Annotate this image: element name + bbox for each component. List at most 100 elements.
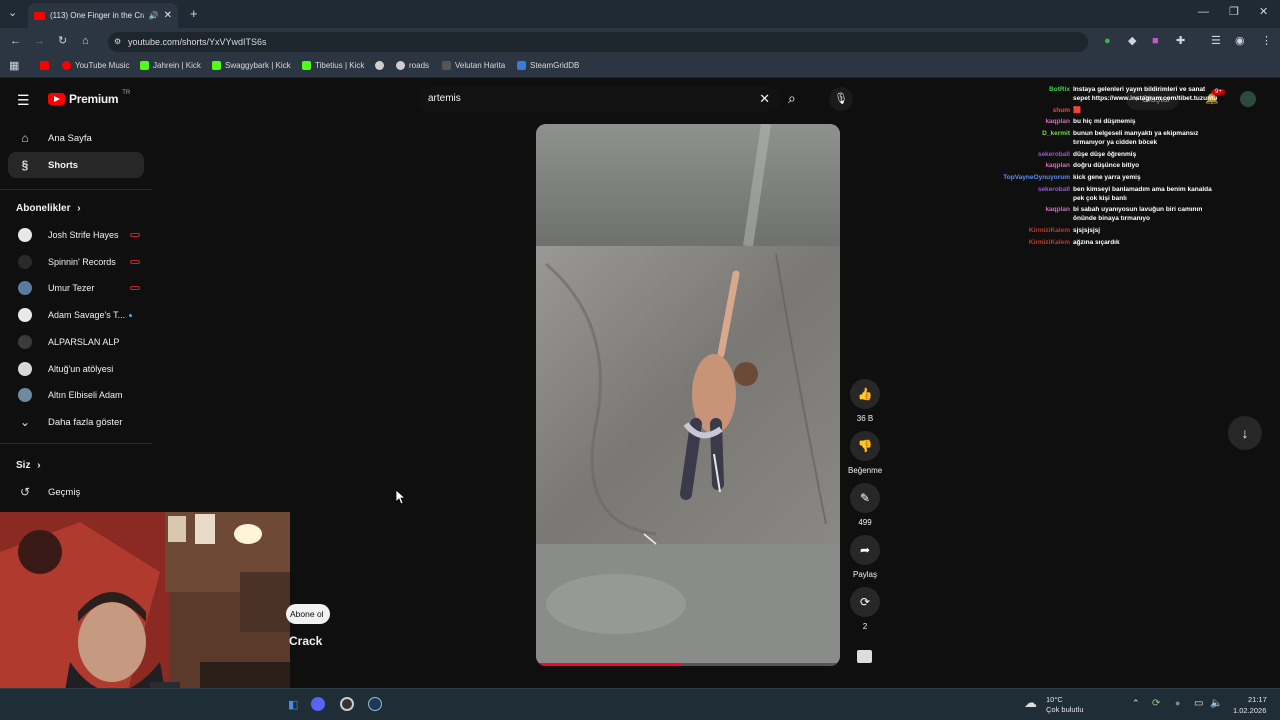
- tray-display-icon[interactable]: ▭: [1194, 698, 1203, 709]
- profile-avatar-icon[interactable]: ◉: [1235, 36, 1245, 47]
- remix-count: 2: [862, 622, 868, 631]
- chat-text: bunun belgeseli manyaktı ya ekipmansız t…: [1073, 130, 1199, 146]
- chat-username: D_kermit: [1042, 130, 1070, 138]
- extensions-puzzle-icon[interactable]: ✚: [1176, 36, 1185, 47]
- subscription-item[interactable]: Spinnin' Records: [8, 249, 144, 275]
- subscription-item[interactable]: Altuğ'un atölyesi: [8, 356, 144, 382]
- subscription-item[interactable]: Adam Savage's T...: [8, 302, 144, 328]
- clock-date[interactable]: 1.02.2026: [1233, 706, 1266, 715]
- subscription-item[interactable]: ALPARSLAN ALP: [8, 329, 144, 355]
- extension-1-icon[interactable]: ●: [1104, 36, 1111, 47]
- minimize-icon[interactable]: —: [1198, 7, 1209, 18]
- subscription-item[interactable]: Josh Strife Hayes: [8, 222, 144, 248]
- browser-tab[interactable]: (113) One Finger in the Cra... 🔊 ✕: [28, 3, 178, 28]
- new-tab-icon[interactable]: +: [190, 7, 198, 20]
- bookmark-steamgriddb[interactable]: SteamGridDB: [517, 61, 579, 70]
- browser-menu-icon[interactable]: ⋮: [1261, 36, 1272, 47]
- channel-avatar: [18, 281, 32, 296]
- subscription-name: Josh Strife Hayes: [48, 230, 119, 240]
- account-avatar[interactable]: [1240, 91, 1256, 107]
- taskbar-app-icon[interactable]: ◧: [288, 698, 298, 711]
- address-bar[interactable]: ⚙ youtube.com/shorts/YxVYwdITS6s: [108, 32, 1088, 52]
- search-input[interactable]: artemis ✕: [418, 86, 780, 112]
- like-icon[interactable]: 👍: [850, 379, 880, 409]
- bookmark-jahrein[interactable]: Jahrein | Kick: [140, 61, 201, 70]
- short-video-player[interactable]: [536, 124, 840, 666]
- sidebar-item-history[interactable]: ↺ Geçmiş: [8, 479, 144, 505]
- subscriptions-heading[interactable]: Abonelikler ›: [16, 203, 81, 214]
- restore-icon[interactable]: ❐: [1229, 7, 1239, 18]
- subscription-item[interactable]: Altın Elbiseli Adam: [8, 382, 144, 408]
- dislike-icon[interactable]: 👎: [850, 431, 880, 461]
- tray-volume-icon[interactable]: 🔈: [1210, 698, 1222, 709]
- share-action[interactable]: ➦ Paylaş: [848, 535, 882, 579]
- subscription-item[interactable]: Umur Tezer: [8, 275, 144, 301]
- tray-chevron-icon[interactable]: ⌃: [1132, 698, 1140, 709]
- audio-icon[interactable]: 🔊: [149, 11, 159, 20]
- sidebar-item-home[interactable]: ⌂ Ana Sayfa: [8, 125, 144, 151]
- tray-mic-icon[interactable]: ●: [1175, 698, 1180, 708]
- chat-message: kaqplan doğru düşünce bitiyo: [990, 162, 1220, 171]
- next-video-icon[interactable]: ↓: [1228, 416, 1262, 450]
- sound-thumbnail-icon[interactable]: [857, 650, 872, 663]
- discord-icon[interactable]: [311, 697, 325, 711]
- youtube-logo[interactable]: Premium TR: [48, 90, 130, 106]
- chevron-right-icon: ›: [77, 203, 81, 214]
- chat-message: D_kermit bunun belgeseli manyaktı ya ekip…: [990, 130, 1220, 148]
- search-icon[interactable]: ⌕: [788, 90, 796, 107]
- you-heading[interactable]: Siz ›: [16, 460, 41, 471]
- clear-search-icon[interactable]: ✕: [759, 86, 770, 112]
- weather-description: Çok bulutlu: [1046, 705, 1084, 714]
- apps-icon[interactable]: ▦: [9, 61, 19, 72]
- dislike-action[interactable]: 👎 Beğenme: [848, 431, 882, 475]
- bookmark-roads[interactable]: roads: [396, 61, 429, 70]
- bookmark-globe[interactable]: [375, 61, 384, 70]
- youtube-favicon-icon: [34, 11, 45, 20]
- tab-list-icon[interactable]: ⌄: [8, 8, 17, 19]
- channel-avatar: [18, 308, 32, 323]
- bookmark-velutan[interactable]: Velutan Harita: [442, 61, 505, 70]
- chat-message: TopVayneOynuyorum kick gene yarra yemiş: [990, 174, 1220, 183]
- subscribe-label: Abone ol: [290, 609, 324, 619]
- bookmark-swaggybark[interactable]: Swaggybark | Kick: [212, 61, 291, 70]
- subscribe-button[interactable]: Abone ol: [286, 604, 330, 624]
- globe-icon: [375, 61, 384, 70]
- comment-icon[interactable]: ✎: [850, 483, 880, 513]
- live-indicator-icon: [130, 259, 140, 264]
- bookmark-tibetius[interactable]: Tibetius | Kick: [302, 61, 364, 70]
- steamgriddb-icon: [517, 61, 526, 70]
- reload-icon[interactable]: ↻: [58, 36, 67, 47]
- voice-search-icon[interactable]: 🎙: [829, 87, 853, 111]
- tab-close-icon[interactable]: ✕: [164, 10, 172, 21]
- reading-list-icon[interactable]: ☰: [1211, 36, 1221, 47]
- sidebar-item-label: Shorts: [48, 159, 79, 171]
- remix-icon[interactable]: ⟳: [850, 587, 880, 617]
- video-progress-track[interactable]: [536, 663, 840, 666]
- like-action[interactable]: 👍 36 B: [848, 379, 882, 423]
- bookmark-youtube-music[interactable]: YouTube Music: [62, 61, 130, 70]
- extension-2-icon[interactable]: ◆: [1128, 36, 1136, 47]
- home-browser-icon[interactable]: ⌂: [82, 36, 89, 47]
- chevron-right-icon: ›: [37, 460, 41, 471]
- window-close-icon[interactable]: ✕: [1259, 7, 1268, 18]
- chat-text: 🟥: [1073, 106, 1082, 114]
- channel-avatar: [18, 334, 32, 349]
- extension-3-icon[interactable]: ■: [1152, 36, 1159, 47]
- back-icon[interactable]: ←: [10, 36, 21, 47]
- chat-text: bu hiç mi düşmemiş: [1073, 118, 1136, 126]
- share-icon[interactable]: ➦: [850, 535, 880, 565]
- tray-sync-icon[interactable]: ⟳: [1152, 698, 1160, 709]
- remix-action[interactable]: ⟳ 2: [848, 587, 882, 631]
- forward-icon[interactable]: →: [34, 36, 45, 47]
- clock-time[interactable]: 21:17: [1248, 695, 1267, 704]
- show-more-button[interactable]: ⌄ Daha fazla göster: [8, 409, 144, 435]
- bookmark-youtube[interactable]: [40, 61, 49, 70]
- obs-icon[interactable]: [340, 697, 354, 711]
- sidebar-item-shorts[interactable]: § Shorts: [8, 152, 144, 178]
- site-info-icon[interactable]: ⚙: [114, 32, 121, 52]
- comments-action[interactable]: ✎ 499: [848, 483, 882, 527]
- hamburger-menu-icon[interactable]: ☰: [17, 92, 30, 109]
- sidebar-divider: [0, 443, 152, 444]
- like-count: 36 B: [856, 414, 874, 423]
- steam-icon[interactable]: [368, 697, 382, 711]
